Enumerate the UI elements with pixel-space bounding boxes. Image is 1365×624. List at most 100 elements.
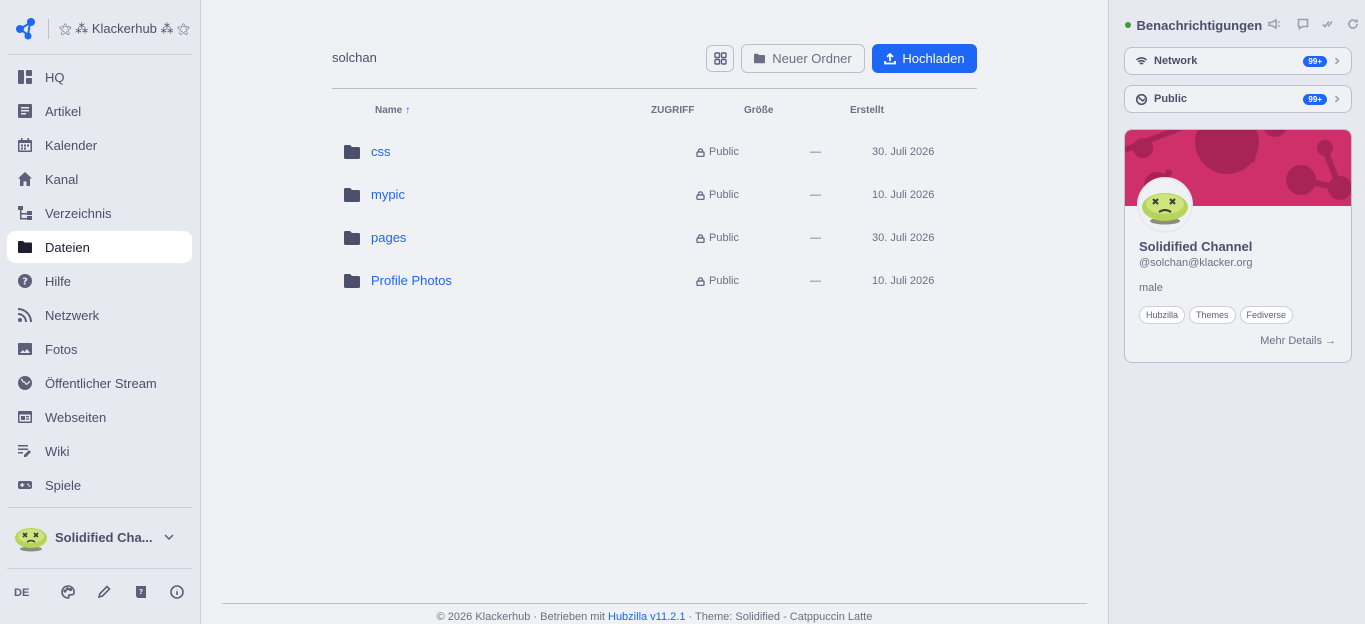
file-name-link[interactable]: Profile Photos xyxy=(371,273,452,288)
profile-card: Solidified Channel @solchan@klacker.org … xyxy=(1124,129,1352,363)
mark-all-read-icon[interactable] xyxy=(1322,18,1335,32)
divider xyxy=(7,568,192,569)
folder-icon xyxy=(754,53,766,64)
card-avatar xyxy=(1137,177,1193,233)
card-channel-name: Solidified Channel xyxy=(1139,239,1253,254)
page-footer: © 2026 Klackerhub · Betrieben mit Hubzil… xyxy=(436,611,873,623)
table-row[interactable]: mypic Public — 10. Juli 2026 xyxy=(332,174,977,217)
nav-item-artikel[interactable]: Artikel xyxy=(7,95,192,127)
upload-icon xyxy=(884,52,897,64)
folder-icon xyxy=(344,231,360,245)
avatar xyxy=(15,528,47,552)
channel-name: Solidified Cha... xyxy=(55,529,153,545)
right-panel: Benachrichtigungen Network 99+ Public 99… xyxy=(1108,0,1365,624)
folder-icon xyxy=(344,145,360,159)
nav-item-label: Öffentlicher Stream xyxy=(45,375,157,391)
brand[interactable]: ⚝ ⁂ Klackerhub ⁂ ⚝ xyxy=(14,16,192,42)
left-sidebar: ⚝ ⁂ Klackerhub ⁂ ⚝ HQ Artikel Kalender K… xyxy=(0,0,201,624)
card-handle: @solchan@klacker.org xyxy=(1139,257,1253,269)
svg-text:?: ? xyxy=(22,277,28,288)
page-title: solchan xyxy=(332,50,377,65)
online-status-dot xyxy=(1125,22,1131,28)
access-badge: Public xyxy=(696,232,739,244)
globe-icon xyxy=(18,376,32,390)
nav-item-fotos[interactable]: Fotos xyxy=(7,333,192,365)
svg-text:?: ? xyxy=(138,588,142,596)
nav-item-label: Wiki xyxy=(45,443,70,459)
chevron-down-icon xyxy=(164,534,174,541)
chevron-right-icon xyxy=(1334,57,1340,65)
tag[interactable]: Themes xyxy=(1189,306,1236,324)
language-selector[interactable]: DE xyxy=(14,587,40,599)
wifi-icon xyxy=(1136,56,1147,65)
new-folder-button[interactable]: Neuer Ordner xyxy=(741,44,865,73)
gamepad-icon xyxy=(18,478,32,492)
nav-item-wiki[interactable]: Wiki xyxy=(7,435,192,467)
more-details-link[interactable]: Mehr Details → xyxy=(1260,335,1336,347)
nav-item-verzeichnis[interactable]: Verzeichnis xyxy=(7,197,192,229)
table-row[interactable]: Profile Photos Public — 10. Juli 2026 xyxy=(332,260,977,303)
notification-public[interactable]: Public 99+ xyxy=(1124,85,1352,113)
webpage-icon xyxy=(18,410,32,424)
nav-item-label: Artikel xyxy=(45,103,82,119)
nav-item-kanal[interactable]: Kanal xyxy=(7,163,192,195)
nav-item-hq[interactable]: HQ xyxy=(7,61,192,93)
hubzilla-version-link[interactable]: Hubzilla v11.2.1 xyxy=(608,611,685,623)
folder-icon xyxy=(344,274,360,288)
nav-item-label: Spiele xyxy=(45,477,82,493)
divider xyxy=(222,603,1087,604)
nav-item-label: Hilfe xyxy=(45,273,72,289)
view-toggle-button[interactable] xyxy=(706,45,734,72)
info-icon[interactable] xyxy=(170,585,186,601)
column-header-access: ZUGRIFF xyxy=(651,105,695,116)
home-icon xyxy=(18,172,32,186)
sort-arrow-icon: ↑ xyxy=(405,105,411,116)
grid-icon xyxy=(713,52,727,65)
notification-label: Public xyxy=(1154,93,1188,105)
nav-item-kalender[interactable]: Kalender xyxy=(7,129,192,161)
nav-item-netzwerk[interactable]: Netzwerk xyxy=(7,299,192,331)
image-icon xyxy=(18,342,32,356)
column-header-name[interactable]: Name ↑ xyxy=(375,105,410,116)
divider xyxy=(7,507,192,508)
channel-switcher[interactable]: Solidified Cha... xyxy=(14,520,186,554)
comment-icon[interactable] xyxy=(1297,18,1310,32)
nav-item-label: Kanal xyxy=(45,171,79,187)
new-folder-label: Neuer Ordner xyxy=(772,51,852,66)
nav-item-label: Fotos xyxy=(45,341,78,357)
column-header-created: Erstellt xyxy=(850,105,884,116)
help-book-icon[interactable]: ? xyxy=(134,585,150,601)
table-row[interactable]: css Public — 30. Juli 2026 xyxy=(332,131,977,174)
palette-icon[interactable] xyxy=(60,585,77,601)
refresh-icon[interactable] xyxy=(1347,18,1360,32)
file-size: — xyxy=(810,189,821,201)
nav-item-oeffentlicher-stream[interactable]: Öffentlicher Stream xyxy=(7,367,192,399)
file-size: — xyxy=(810,232,821,244)
tag[interactable]: Hubzilla xyxy=(1139,306,1186,324)
count-badge: 99+ xyxy=(1303,93,1327,105)
tag-list: Hubzilla Themes Fediverse xyxy=(1139,306,1297,324)
nav-item-spiele[interactable]: Spiele xyxy=(7,469,192,501)
nav-item-dateien[interactable]: Dateien xyxy=(7,231,192,263)
lock-icon xyxy=(696,233,705,243)
upload-button[interactable]: Hochladen xyxy=(872,44,977,73)
nav-item-label: Kalender xyxy=(45,137,98,153)
brand-name: ⚝ ⁂ Klackerhub ⁂ ⚝ xyxy=(59,21,190,36)
access-badge: Public xyxy=(696,146,739,158)
lock-icon xyxy=(696,276,705,286)
file-name-link[interactable]: css xyxy=(371,144,391,159)
nav-item-webseiten[interactable]: Webseiten xyxy=(7,401,192,433)
nav-item-hilfe[interactable]: ? Hilfe xyxy=(7,265,192,297)
nav-item-label: Verzeichnis xyxy=(45,205,112,221)
notification-network[interactable]: Network 99+ xyxy=(1124,47,1352,75)
wiki-edit-icon xyxy=(18,444,32,458)
file-created: 30. Juli 2026 xyxy=(872,232,935,244)
file-name-link[interactable]: mypic xyxy=(371,187,405,202)
table-row[interactable]: pages Public — 30. Juli 2026 xyxy=(332,217,977,260)
pencil-icon[interactable] xyxy=(97,585,113,601)
directory-icon xyxy=(18,206,32,220)
brand-separator xyxy=(48,19,49,39)
file-name-link[interactable]: pages xyxy=(371,230,406,245)
megaphone-icon[interactable] xyxy=(1268,18,1281,32)
tag[interactable]: Fediverse xyxy=(1239,306,1294,324)
